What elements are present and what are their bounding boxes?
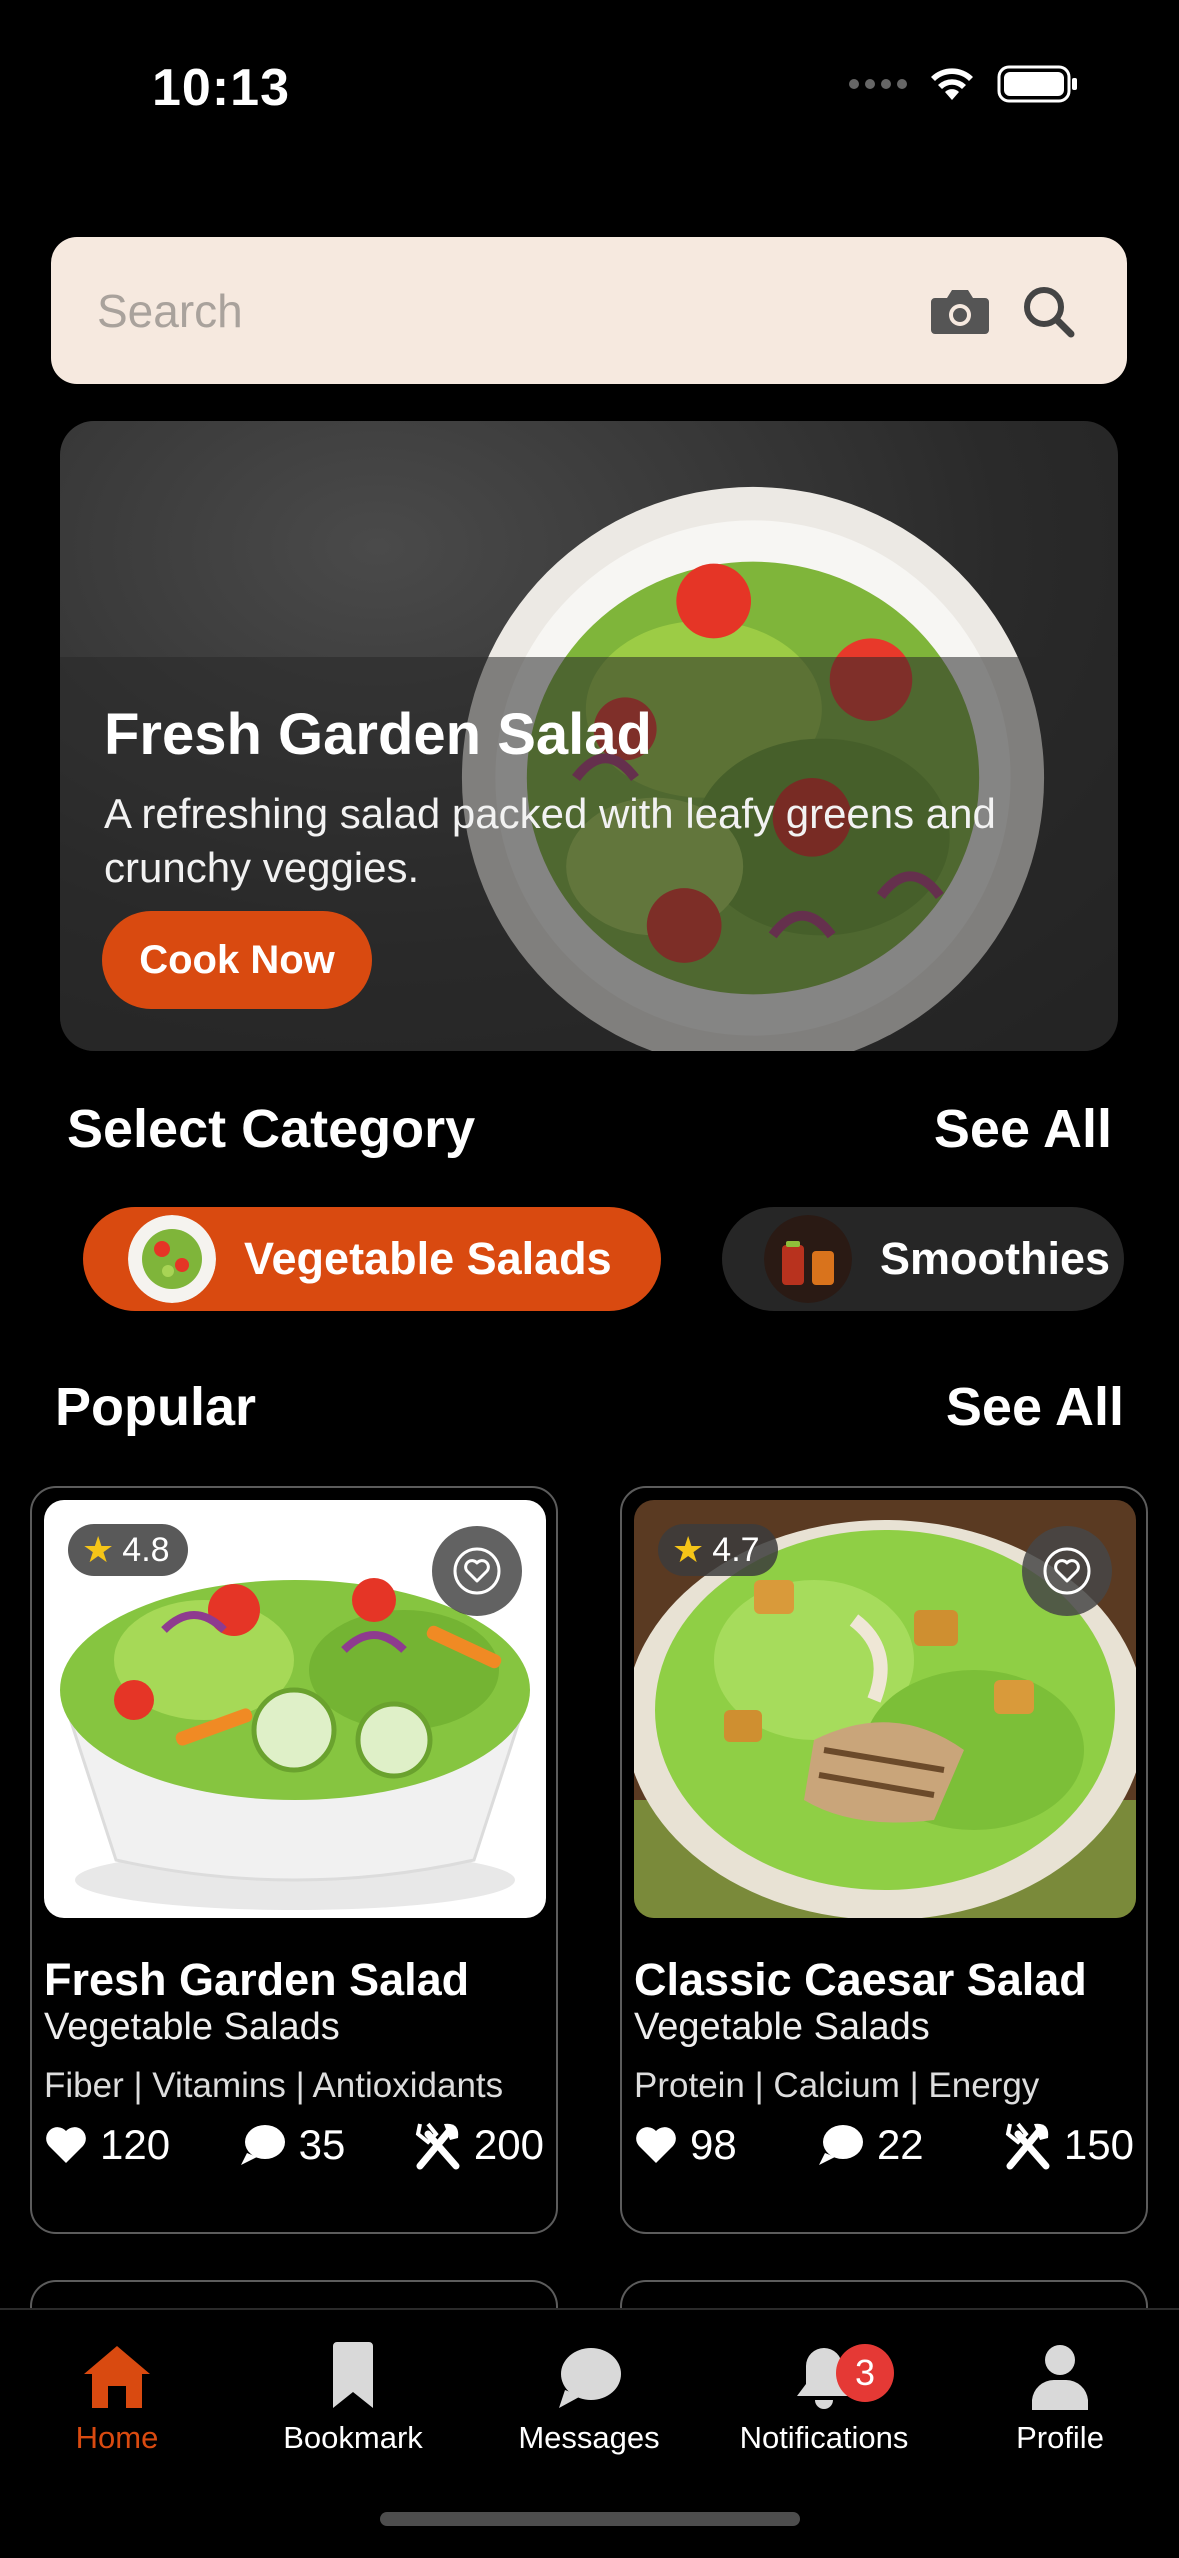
recipe-card[interactable]: ★ 4.7 Classic Caesar Salad Vegetable Sal… bbox=[620, 1486, 1148, 2234]
battery-icon bbox=[997, 65, 1077, 103]
nav-item-notifications[interactable]: 3 Notifications bbox=[724, 2330, 924, 2456]
popular-see-all-link[interactable]: See All bbox=[946, 1376, 1124, 1438]
likes-count: 120 bbox=[100, 2121, 171, 2168]
likes-stat[interactable]: 98 bbox=[634, 2121, 737, 2169]
nav-label: Messages bbox=[518, 2420, 660, 2455]
recipe-category: Vegetable Salads bbox=[634, 2006, 930, 2048]
recipe-title: Classic Caesar Salad bbox=[634, 1954, 1087, 2005]
cellular-signal-icon bbox=[849, 79, 907, 89]
recipe-stats: 120 35 200 bbox=[44, 2120, 544, 2170]
search-bar bbox=[51, 237, 1127, 384]
search-input[interactable] bbox=[95, 282, 907, 339]
category-label: Vegetable Salads bbox=[244, 1233, 612, 1284]
hero-title: Fresh Garden Salad bbox=[104, 702, 652, 767]
rating-badge: ★ 4.8 bbox=[68, 1524, 188, 1576]
hero-description: A refreshing salad packed with leafy gre… bbox=[104, 790, 996, 891]
heart-outline-icon bbox=[453, 1547, 501, 1595]
hero-banner[interactable]: Fresh Garden Salad A refreshing salad pa… bbox=[60, 421, 1118, 1051]
bookmark-icon bbox=[333, 2342, 373, 2408]
star-icon: ★ bbox=[672, 1529, 705, 1570]
salad-thumbnail-image bbox=[128, 1215, 216, 1303]
recipe-image: ★ 4.8 bbox=[44, 1500, 546, 1918]
status-icons bbox=[849, 64, 1079, 104]
popular-section-title: Popular bbox=[55, 1377, 257, 1437]
home-indicator bbox=[380, 2512, 800, 2526]
servings-stat: 200 bbox=[414, 2120, 544, 2170]
nav-label: Bookmark bbox=[283, 2420, 423, 2455]
comments-count: 35 bbox=[298, 2121, 346, 2168]
rating-badge: ★ 4.7 bbox=[658, 1524, 778, 1576]
recipe-stats: 98 22 150 bbox=[634, 2120, 1134, 2170]
recipe-nutrition-tags: Protein | Calcium | Energy bbox=[634, 2066, 1040, 2105]
star-icon: ★ bbox=[82, 1529, 115, 1570]
nav-label: Profile bbox=[1016, 2420, 1104, 2455]
category-section-title: Select Category bbox=[67, 1099, 476, 1159]
favorite-button[interactable] bbox=[432, 1526, 522, 1616]
nav-item-profile[interactable]: Profile bbox=[960, 2330, 1160, 2456]
category-pill-vegetable-salads[interactable]: Vegetable Salads bbox=[83, 1207, 661, 1311]
utensils-icon bbox=[415, 2122, 460, 2170]
person-icon bbox=[1032, 2345, 1088, 2410]
heart-outline-icon bbox=[1043, 1547, 1091, 1595]
comment-icon bbox=[240, 2125, 285, 2165]
camera-icon[interactable] bbox=[925, 276, 995, 346]
home-icon bbox=[84, 2346, 150, 2408]
heart-icon bbox=[46, 2127, 86, 2163]
recipe-category: Vegetable Salads bbox=[44, 2006, 340, 2048]
recipe-card[interactable]: ★ 4.8 Fresh Garden Salad Vegetable Salad… bbox=[30, 1486, 558, 2234]
nav-item-home[interactable]: Home bbox=[17, 2330, 217, 2456]
recipe-image: ★ 4.7 bbox=[634, 1500, 1136, 1918]
likes-stat[interactable]: 120 bbox=[44, 2121, 170, 2169]
comments-count: 22 bbox=[876, 2121, 924, 2168]
smoothie-thumbnail-image bbox=[764, 1215, 852, 1303]
utensils-icon bbox=[1005, 2122, 1050, 2170]
search-icon[interactable] bbox=[1013, 276, 1083, 346]
servings-count: 200 bbox=[473, 2121, 544, 2168]
rating-value: 4.7 bbox=[712, 1530, 760, 1569]
chat-icon bbox=[559, 2348, 621, 2408]
nav-label: Notifications bbox=[739, 2420, 909, 2455]
favorite-button[interactable] bbox=[1022, 1526, 1112, 1616]
comments-stat[interactable]: 22 bbox=[817, 2121, 924, 2169]
likes-count: 98 bbox=[690, 2121, 737, 2168]
status-time: 10:13 bbox=[152, 59, 290, 117]
heart-icon bbox=[636, 2127, 676, 2163]
nav-label: Home bbox=[75, 2420, 159, 2455]
nav-item-bookmark[interactable]: Bookmark bbox=[253, 2330, 453, 2456]
comments-stat[interactable]: 35 bbox=[239, 2121, 346, 2169]
rating-value: 4.8 bbox=[122, 1530, 170, 1569]
category-pill-smoothies[interactable]: Smoothies & bbox=[722, 1207, 1124, 1311]
cook-now-button[interactable]: Cook Now bbox=[102, 911, 372, 1009]
notification-badge: 3 bbox=[836, 2344, 894, 2402]
servings-count: 150 bbox=[1063, 2121, 1134, 2168]
recipe-title: Fresh Garden Salad bbox=[44, 1954, 470, 2005]
category-label: Smoothies & bbox=[880, 1233, 1124, 1284]
comment-icon bbox=[818, 2125, 863, 2165]
category-see-all-link[interactable]: See All bbox=[934, 1098, 1112, 1160]
nav-item-messages[interactable]: Messages bbox=[489, 2330, 689, 2456]
wifi-icon bbox=[931, 68, 973, 100]
recipe-nutrition-tags: Fiber | Vitamins | Antioxidants bbox=[44, 2066, 504, 2105]
servings-stat: 150 bbox=[1004, 2120, 1134, 2170]
